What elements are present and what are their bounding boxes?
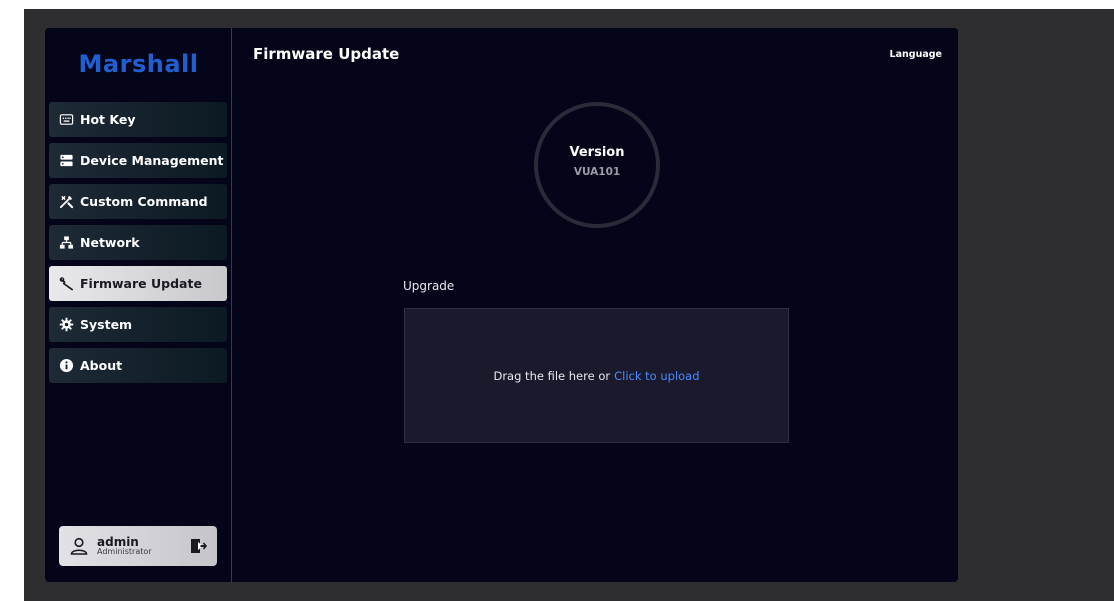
user-role: Administrator [97, 547, 152, 557]
server-icon [58, 153, 74, 169]
sidebar-item-label: About [80, 358, 123, 373]
info-icon [58, 358, 74, 374]
dropzone-text: Drag the file here or [493, 368, 611, 383]
sidebar-item-about[interactable]: About [49, 348, 227, 383]
sidebar-item-system[interactable]: System [49, 307, 227, 342]
app-window: Marshall Hot Key Device Management Custo… [45, 28, 958, 582]
sidebar-item-firmware-update[interactable]: Firmware Update [49, 266, 227, 301]
sidebar-item-label: Device Management [80, 153, 224, 168]
version-value: VUA101 [573, 165, 621, 178]
sidebar: Marshall Hot Key Device Management Custo… [45, 28, 232, 582]
upload-link[interactable]: Click to upload [614, 369, 699, 383]
upgrade-label: Upgrade [403, 279, 455, 293]
user-icon [70, 537, 88, 555]
sidebar-item-custom-command[interactable]: Custom Command [49, 184, 227, 219]
user-info: admin Administrator [97, 535, 152, 557]
sidebar-item-label: Hot Key [80, 112, 136, 127]
main-content: Firmware Update Language Version VUA101 … [233, 28, 958, 582]
version-indicator: Version VUA101 [534, 102, 660, 228]
sidebar-item-label: Network [80, 235, 140, 250]
user-card: admin Administrator [59, 526, 217, 566]
language-button[interactable]: Language [890, 49, 942, 60]
logout-icon[interactable] [189, 537, 207, 555]
keyboard-icon [58, 112, 74, 128]
network-icon [58, 235, 74, 251]
sidebar-item-hot-key[interactable]: Hot Key [49, 102, 227, 137]
sidebar-item-label: Firmware Update [80, 276, 202, 291]
file-dropzone[interactable]: Drag the file here or Click to upload [404, 308, 789, 443]
wrench-icon [58, 276, 74, 292]
sidebar-item-label: System [80, 317, 133, 332]
page-title: Firmware Update [253, 45, 400, 63]
brand-logo: Marshall [78, 50, 199, 78]
sidebar-item-label: Custom Command [80, 194, 208, 209]
tools-icon [58, 194, 74, 210]
sidebar-item-device-management[interactable]: Device Management [49, 143, 227, 178]
sidebar-nav: Hot Key Device Management Custom Command… [49, 102, 227, 389]
sidebar-item-network[interactable]: Network [49, 225, 227, 260]
version-label: Version [569, 144, 625, 160]
gear-icon [58, 317, 74, 333]
